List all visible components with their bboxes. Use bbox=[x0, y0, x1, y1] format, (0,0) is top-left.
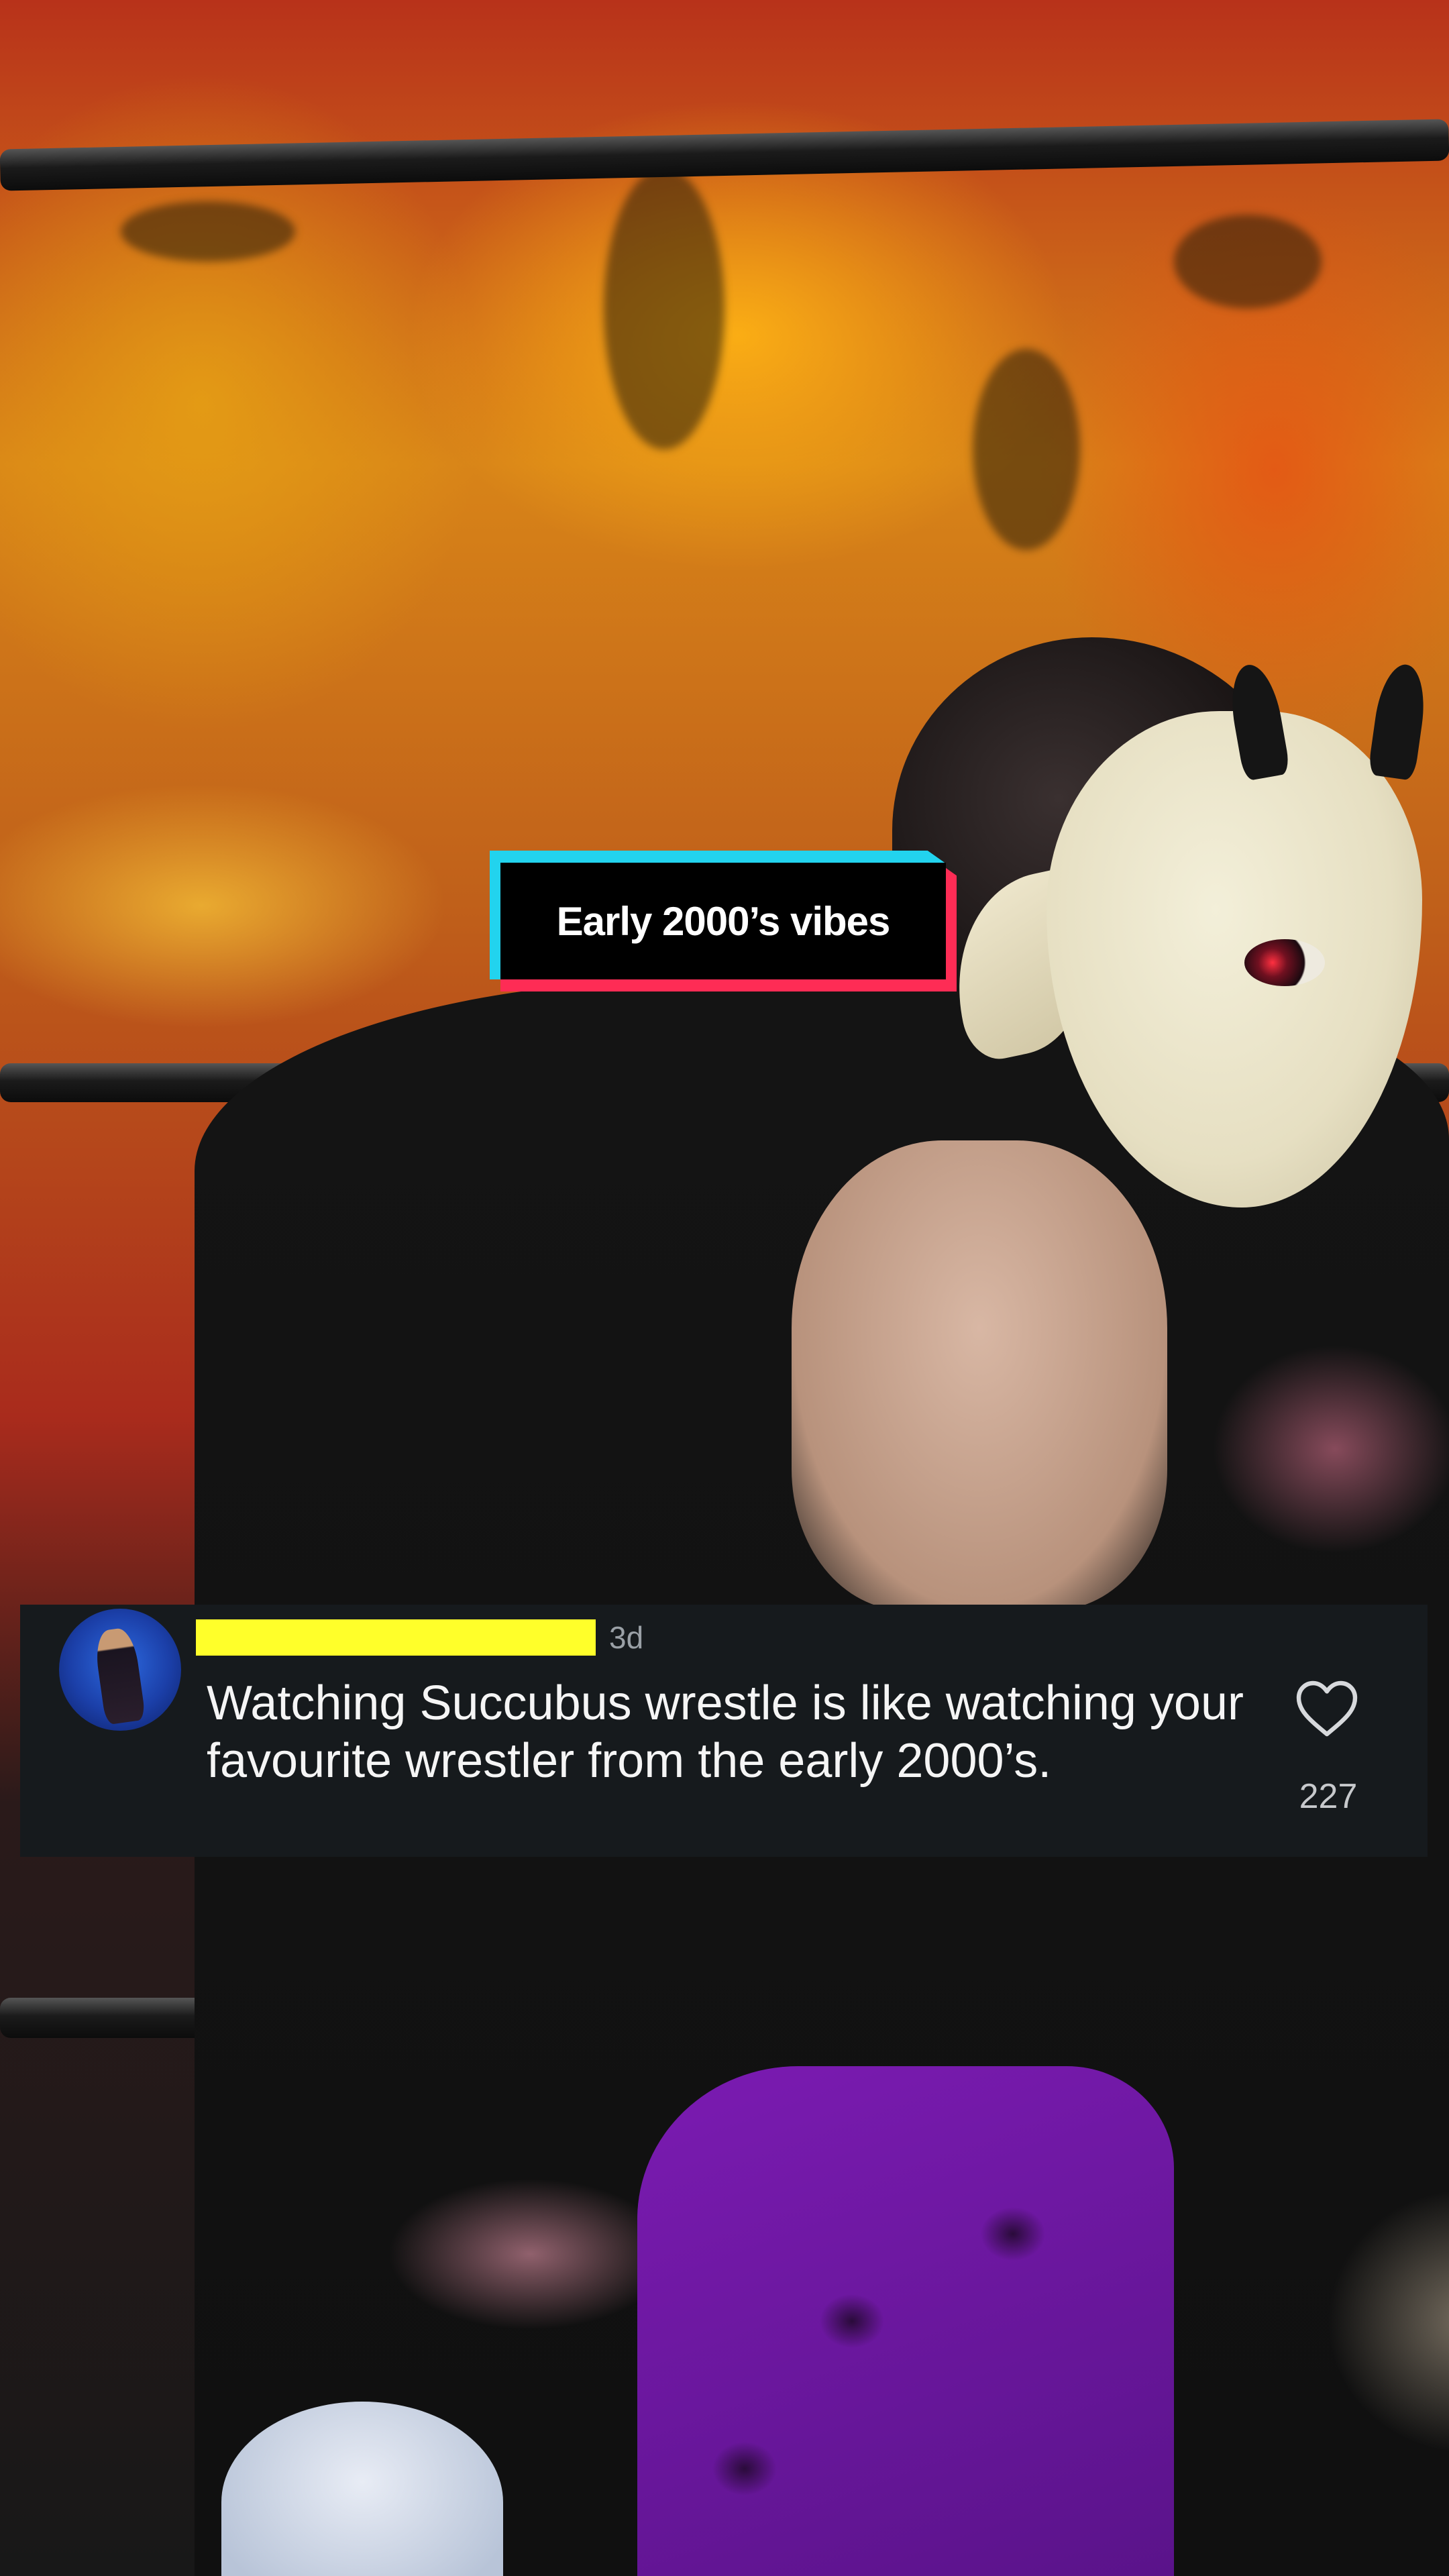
like-count: 227 bbox=[1299, 1777, 1358, 1816]
mask-eye bbox=[1244, 939, 1325, 986]
caption-sticker: Early 2000’s vibes bbox=[490, 851, 957, 991]
username-redacted[interactable] bbox=[196, 1619, 596, 1656]
wrestler-tights bbox=[637, 2066, 1174, 2576]
comment-time: 3d bbox=[609, 1620, 644, 1655]
wall-mural-stroke bbox=[604, 168, 724, 449]
wall-mural-stroke bbox=[973, 349, 1080, 550]
video-frame bbox=[0, 0, 1449, 2576]
avatar[interactable] bbox=[59, 1609, 181, 1731]
wall-mural-stroke bbox=[1174, 215, 1322, 309]
wrestler-chest bbox=[792, 1140, 1167, 1610]
avatar-photo bbox=[93, 1626, 146, 1725]
video-stage[interactable]: Early 2000’s vibes 3d Watching Succubus … bbox=[0, 0, 1449, 2576]
heart-outline-icon[interactable] bbox=[1295, 1678, 1359, 1739]
mask-horn bbox=[1367, 661, 1430, 782]
ring-rope bbox=[0, 119, 1449, 191]
caption-sticker-box: Early 2000’s vibes bbox=[500, 863, 946, 979]
caption-text: Early 2000’s vibes bbox=[556, 898, 891, 944]
wall-mural-stroke bbox=[121, 201, 295, 262]
comment-text: Watching Succubus wrestle is like watchi… bbox=[207, 1676, 1244, 1788]
comment-reply-card[interactable]: 3d Watching Succubus wrestle is like wat… bbox=[20, 1605, 1428, 1857]
